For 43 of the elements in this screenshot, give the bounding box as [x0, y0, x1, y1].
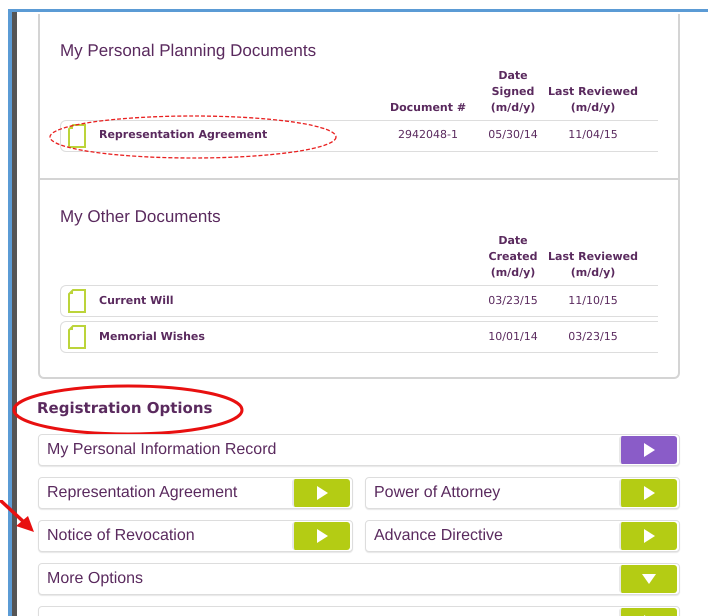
option-button[interactable]: Advance Directive [365, 520, 680, 552]
document-name: Memorial Wishes [99, 328, 206, 345]
option-label: Advance Directive [373, 526, 504, 546]
play-triangle-icon [642, 442, 656, 458]
option-label: Power of Attorney [373, 483, 502, 503]
option-button[interactable]: Power of Attorney [365, 477, 680, 509]
document-row[interactable]: Memorial Wishes 10/01/14 03/23/15 [60, 321, 658, 353]
document-row[interactable]: Representation Agreement 2942048-1 05/30/14 11/04/15 [60, 120, 658, 152]
column-header: Last Reviewed (m/d/y) [548, 249, 638, 281]
table-cell-text: 03/23/15 [487, 292, 539, 309]
document-name: Current Will [99, 292, 175, 309]
play-triangle-icon [642, 485, 656, 501]
option-button[interactable]: Representation Agreement [38, 477, 353, 509]
down-triangle-icon [641, 573, 657, 585]
option-label: My Personal Information Record [46, 440, 278, 460]
play-triangle-icon [642, 528, 656, 544]
column-header: Document # [388, 100, 468, 116]
column-header: Date Signed (m/d/y) [490, 68, 536, 116]
section-title: My Other Documents [60, 206, 222, 228]
option-label: More Options [46, 569, 144, 589]
option-button[interactable]: My Personal Information Record [38, 434, 680, 466]
column-header: Last Reviewed (m/d/y) [548, 84, 638, 116]
table-cell-text: 11/10/15 [567, 292, 619, 309]
table-cell-text: 10/01/14 [487, 328, 539, 345]
play-triangle-icon [316, 485, 328, 501]
section-title: Registration Options [37, 398, 212, 419]
arrow-button[interactable] [619, 436, 677, 464]
play-triangle-icon [316, 528, 328, 544]
column-header: Date Created (m/d/y) [488, 233, 538, 281]
option-button[interactable]: More Options [38, 563, 680, 595]
option-label: Notice of Revocation [46, 526, 196, 546]
document-icon [67, 124, 87, 148]
table-cell-text: 03/23/15 [567, 328, 619, 345]
document-icon [67, 325, 87, 349]
document-row[interactable]: Current Will 03/23/15 11/10/15 [60, 285, 658, 317]
option-label: Representation Agreement [46, 483, 238, 503]
table-cell-text: 11/04/15 [567, 127, 619, 144]
document-icon [67, 289, 87, 313]
document-name: Representation Agreement [99, 127, 268, 144]
section-title: My Personal Planning Documents [60, 40, 318, 62]
table-cell-text: 2942048-1 [397, 127, 459, 144]
option-button[interactable]: Notice of Revocation [38, 520, 353, 552]
table-cell-text: 05/30/14 [487, 127, 539, 144]
